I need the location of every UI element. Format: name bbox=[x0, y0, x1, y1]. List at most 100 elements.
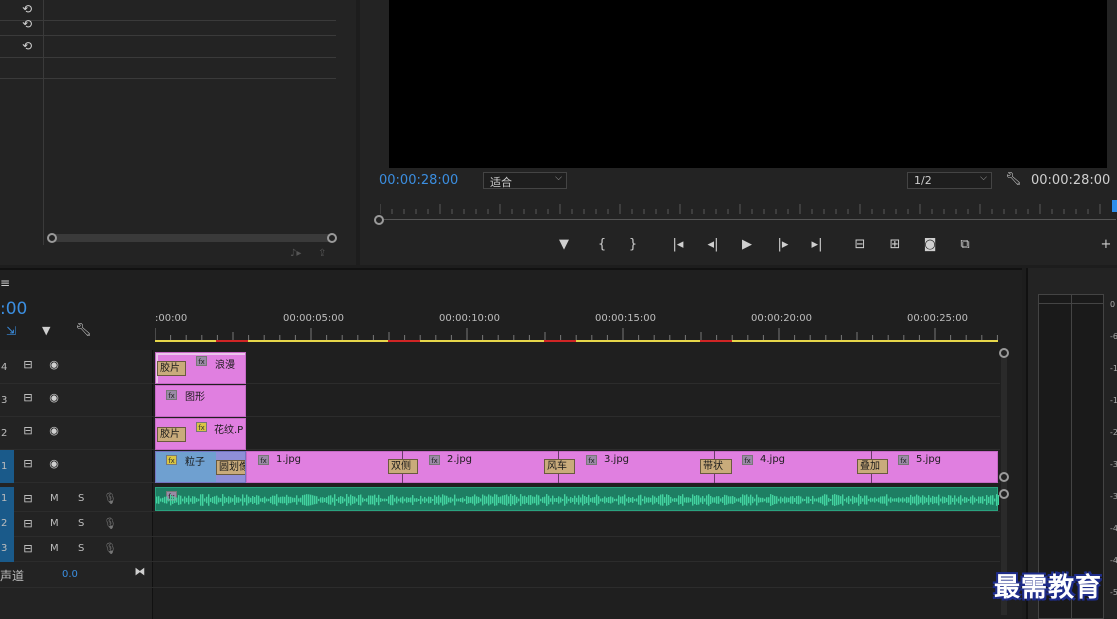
solo-button[interactable]: S bbox=[78, 493, 84, 504]
toggle-sync-lock-icon[interactable]: ⊟ bbox=[21, 424, 35, 438]
zoom-fit-dropdown[interactable]: 适合 ⌵ bbox=[483, 172, 567, 189]
solo-button[interactable]: S bbox=[78, 543, 84, 554]
audio-clip-a1[interactable]: fx bbox=[155, 487, 999, 511]
reset-icon[interactable]: ⟲ bbox=[22, 17, 36, 31]
waveform-bar bbox=[208, 494, 210, 506]
fx-badge-icon: fx bbox=[586, 455, 597, 465]
play-icon[interactable]: ▶ bbox=[737, 236, 757, 254]
waveform-bar bbox=[838, 495, 840, 505]
waveform-bar bbox=[802, 498, 804, 502]
toggle-sync-lock-icon[interactable]: ⊟ bbox=[21, 542, 35, 556]
clip-v2[interactable]: fx 花纹.P 胶片 bbox=[155, 418, 246, 450]
extract-icon[interactable]: ⊞ bbox=[885, 236, 905, 254]
clip-v1-first[interactable]: fx 粒子 圆划像 bbox=[155, 451, 246, 483]
meter-peak-indicator[interactable] bbox=[1038, 294, 1104, 304]
clip-name-4[interactable]: 4.jpg bbox=[760, 454, 785, 465]
waveform-bar bbox=[870, 497, 872, 503]
waveform-bar bbox=[856, 497, 858, 503]
work-area-bar[interactable] bbox=[155, 340, 998, 342]
go-to-out-icon[interactable]: ▸| bbox=[807, 236, 827, 254]
step-back-icon[interactable]: ◂| bbox=[703, 236, 723, 254]
waveform-bar bbox=[786, 497, 788, 503]
zoom-handle[interactable] bbox=[374, 215, 384, 225]
toggle-sync-lock-icon[interactable]: ⊟ bbox=[21, 391, 35, 405]
marker-icon[interactable]: ▼ bbox=[554, 236, 574, 254]
transition-clip[interactable]: 胶片 bbox=[157, 361, 186, 376]
add-button-icon[interactable]: + bbox=[1096, 236, 1116, 254]
scroll-handle-left[interactable] bbox=[47, 233, 57, 243]
transition-clip[interactable]: 双侧 bbox=[388, 459, 418, 474]
waveform-bar bbox=[592, 497, 594, 503]
toggle-sync-lock-icon[interactable]: ⊟ bbox=[21, 358, 35, 372]
comparison-view-icon[interactable]: ⧉ bbox=[955, 236, 975, 254]
eye-icon[interactable]: ◉ bbox=[47, 424, 61, 438]
waveform-bar bbox=[804, 498, 806, 502]
monitor-playhead[interactable] bbox=[1112, 200, 1117, 212]
lift-icon[interactable]: ⊟ bbox=[850, 236, 870, 254]
play-audio-icon[interactable]: ♪▸ bbox=[290, 248, 308, 262]
audio-scroll-handle-top[interactable] bbox=[999, 489, 1009, 499]
transition-clip[interactable]: 叠加 bbox=[857, 459, 888, 474]
step-forward-icon[interactable]: |▸ bbox=[773, 236, 793, 254]
eye-icon[interactable]: ◉ bbox=[47, 358, 61, 372]
waveform-bar bbox=[890, 497, 892, 503]
waveform-bar bbox=[854, 497, 856, 503]
solo-button[interactable]: S bbox=[78, 518, 84, 529]
waveform-bar bbox=[654, 496, 656, 504]
microphone-icon[interactable]: 🎙︎ bbox=[103, 492, 117, 505]
scroll-handle-top[interactable] bbox=[999, 348, 1009, 358]
clip-name-5[interactable]: 5.jpg bbox=[916, 454, 941, 465]
playhead-timecode[interactable]: 00:00:28:00 bbox=[379, 173, 458, 188]
out-point-icon[interactable]: } bbox=[623, 236, 643, 254]
waveform-bar bbox=[548, 495, 550, 505]
microphone-icon[interactable]: 🎙︎ bbox=[103, 542, 117, 555]
add-marker-icon[interactable]: ▼ bbox=[42, 324, 50, 337]
clip-v4[interactable]: fx 浪漫 胶片 bbox=[155, 352, 246, 384]
timeline-timecode[interactable]: :00 bbox=[0, 299, 27, 319]
toggle-sync-lock-icon[interactable]: ⊟ bbox=[21, 492, 35, 506]
go-to-in-icon[interactable]: |◂ bbox=[668, 236, 688, 254]
timeline-ruler[interactable] bbox=[155, 326, 998, 340]
waveform-bar bbox=[410, 497, 412, 503]
waveform-bar bbox=[408, 497, 410, 503]
waveform-bar bbox=[666, 494, 668, 506]
horizontal-scrollbar[interactable] bbox=[52, 234, 332, 242]
transition-clip[interactable]: 胶片 bbox=[157, 427, 186, 442]
monitor-time-ruler[interactable] bbox=[380, 200, 1110, 215]
panel-menu-icon[interactable]: ≡ bbox=[0, 276, 10, 290]
waveform-bar bbox=[310, 494, 312, 506]
transition-clip[interactable]: 风车 bbox=[544, 459, 575, 474]
video-preview bbox=[389, 0, 1107, 168]
export-icon[interactable]: ⇪ bbox=[318, 248, 336, 262]
master-volume-value[interactable]: 0.0 bbox=[62, 569, 78, 580]
scroll-handle-bottom[interactable] bbox=[999, 472, 1009, 482]
toggle-sync-lock-icon[interactable]: ⊟ bbox=[21, 517, 35, 531]
microphone-icon[interactable]: 🎙︎ bbox=[103, 517, 117, 530]
transition-clip[interactable]: 带状 bbox=[700, 459, 732, 474]
transition-clip[interactable]: 圆划像 bbox=[216, 460, 245, 475]
waveform-bar bbox=[686, 497, 688, 503]
scroll-handle-right[interactable] bbox=[327, 233, 337, 243]
mute-button[interactable]: M bbox=[50, 543, 59, 554]
clip-name-1[interactable]: 1.jpg bbox=[276, 454, 301, 465]
resolution-dropdown[interactable]: 1/2 ⌵ bbox=[907, 172, 992, 189]
clip-v3[interactable]: fx 图形 bbox=[155, 385, 246, 417]
toggle-sync-lock-icon[interactable]: ⊟ bbox=[21, 457, 35, 471]
export-frame-icon[interactable]: ◙ bbox=[920, 236, 940, 254]
clip-name-2[interactable]: 2.jpg bbox=[447, 454, 472, 465]
timeline-settings-icon[interactable]: 🔧︎ bbox=[75, 323, 92, 338]
waveform-bar bbox=[794, 497, 796, 503]
in-point-icon[interactable]: { bbox=[592, 236, 612, 254]
wrench-icon[interactable]: 🔧︎ bbox=[1005, 172, 1022, 187]
eye-icon[interactable]: ◉ bbox=[47, 457, 61, 471]
mute-button[interactable]: M bbox=[50, 518, 59, 529]
mute-button[interactable]: M bbox=[50, 493, 59, 504]
go-to-edit-point-icon[interactable]: ⧓ bbox=[133, 565, 147, 579]
eye-icon[interactable]: ◉ bbox=[47, 391, 61, 405]
monitor-scrub-bar[interactable] bbox=[380, 219, 1116, 220]
clip-name-3[interactable]: 3.jpg bbox=[604, 454, 629, 465]
reset-icon[interactable]: ⟲ bbox=[22, 39, 36, 53]
reset-icon[interactable]: ⟲ bbox=[22, 2, 36, 16]
waveform-bar bbox=[630, 497, 632, 503]
snap-icon[interactable]: ⇲ bbox=[6, 324, 16, 338]
